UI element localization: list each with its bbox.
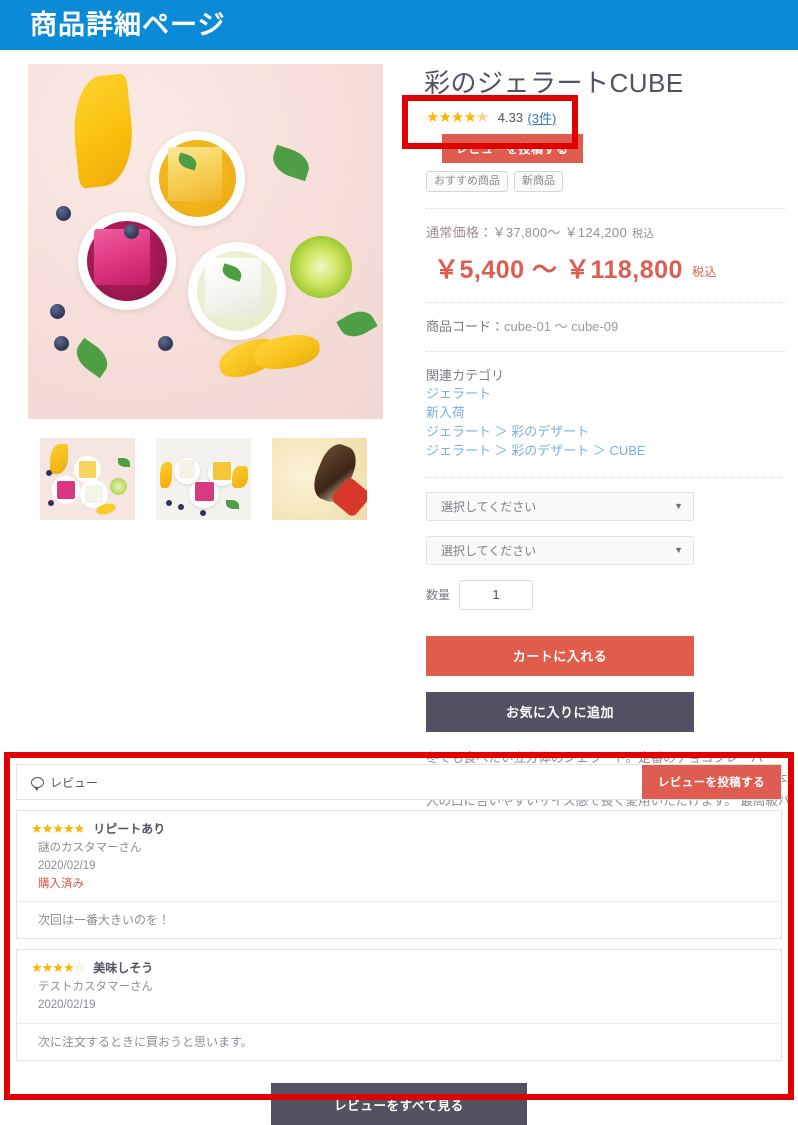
category-link-2[interactable]: 新入荷: [426, 404, 794, 423]
rating-value: 4.33: [497, 110, 524, 126]
view-all-reviews-button[interactable]: レビューをすべて見る: [271, 1083, 527, 1125]
sale-price-value: ￥5,400 〜 ￥118,800: [434, 256, 683, 285]
page-title: 商品詳細ページ: [30, 9, 226, 40]
select-option-2[interactable]: 選択してください ▼: [426, 535, 694, 565]
related-category-heading: 関連カテゴリ: [426, 368, 505, 384]
normal-price-row: 通常価格：￥37,800〜 ￥124,200 税込: [426, 222, 794, 241]
review-section: レビュー レビューを投稿する ★★★★★ リピートあり 謎のカスタマーさん 20…: [16, 764, 782, 1125]
product-detail-area: 彩のジェラートCUBE ★★★★★ 4.33 (3件) レビューを投稿する おす…: [0, 50, 798, 834]
review-date: 2020/02/19: [38, 999, 96, 1012]
review-stars: ★★★★☆: [31, 960, 85, 976]
review-date: 2020/02/19: [38, 859, 96, 872]
review-item: ★★★★★ リピートあり 謎のカスタマーさん 2020/02/19 購入済み 次…: [16, 810, 782, 940]
blueberry-decor: [50, 304, 65, 319]
review-author: 謎のカスタマーさん: [38, 842, 142, 854]
review-header: ★★★★★ リピートあり 謎のカスタマーさん 2020/02/19 購入済み: [17, 811, 781, 901]
thumbnail-2[interactable]: [156, 438, 251, 520]
review-body: 次回は一番大きいのを！: [17, 901, 781, 938]
product-code-label: 商品コード：: [426, 319, 505, 335]
speech-bubble-icon: [31, 776, 44, 791]
quantity-label: 数量: [426, 588, 451, 603]
add-to-favorite-button[interactable]: お気に入りに追加: [426, 691, 694, 732]
thumbnail-list: [40, 438, 396, 520]
divider: [426, 208, 786, 210]
select-option-1-value: 選択してください: [441, 499, 537, 514]
review-title: リピートあり: [93, 822, 166, 836]
select-option-1[interactable]: 選択してください ▼: [426, 491, 694, 521]
product-title: 彩のジェラートCUBE: [424, 68, 684, 98]
review-stars-row: ★★★★☆ 美味しそう: [31, 959, 767, 976]
quantity-row: 数量: [426, 579, 794, 610]
mango-gelato-cube: [168, 147, 222, 201]
review-section-title: レビュー: [50, 775, 99, 790]
thumbnail-1[interactable]: [40, 438, 135, 520]
review-stars: ★★★★★: [31, 821, 85, 836]
post-review-button-reviews[interactable]: レビューを投稿する: [641, 765, 781, 799]
rating-count-link[interactable]: (3件): [527, 111, 556, 126]
tag-recommended: おすすめ商品: [426, 171, 508, 193]
blueberry-decor: [56, 206, 71, 221]
add-to-cart-button[interactable]: カートに入れる: [426, 635, 694, 676]
product-gallery: [12, 64, 396, 834]
normal-price-value: ￥37,800〜 ￥124,200: [492, 225, 627, 241]
berry-gelato-cube: [94, 229, 150, 285]
blueberry-decor: [158, 336, 173, 351]
normal-price-label: 通常価格：: [426, 225, 493, 241]
review-body: 次に注文するときに買おうと思います。: [17, 1023, 781, 1060]
mango-gelato-bowl: [150, 131, 245, 226]
blueberry-decor: [54, 336, 69, 351]
product-tags: おすすめ商品 新商品: [426, 171, 794, 193]
product-info: 彩のジェラートCUBE ★★★★★ 4.33 (3件) レビューを投稿する おす…: [396, 64, 794, 834]
review-title: 美味しそう: [93, 961, 154, 976]
category-link-4[interactable]: ジェラート ＞ 彩のデザート ＞ CUBE: [426, 442, 794, 461]
sale-price-row: ￥5,400 〜 ￥118,800 税込: [434, 250, 794, 286]
review-section-header: レビュー レビューを投稿する: [16, 764, 782, 800]
chevron-down-icon: ▼: [674, 545, 683, 556]
normal-price-tax: 税込: [631, 228, 655, 241]
divider: [426, 476, 786, 478]
post-review-button-top[interactable]: レビューを投稿する: [442, 134, 583, 164]
vanilla-gelato-bowl: [188, 242, 286, 340]
review-header: ★★★★☆ 美味しそう テストカスタマーさん 2020/02/19: [17, 950, 781, 1023]
chevron-down-icon: ▼: [674, 501, 683, 512]
divider: [426, 302, 786, 304]
product-code-row: 商品コード：cube-01 〜 cube-09: [426, 316, 794, 335]
main-product-image[interactable]: [28, 64, 383, 419]
lime-half-decor: [290, 236, 352, 298]
page-header: 商品詳細ページ: [0, 0, 798, 50]
divider: [426, 351, 786, 353]
rating-stars: ★★★★★: [426, 109, 489, 127]
quantity-input[interactable]: [459, 579, 534, 610]
review-item: ★★★★☆ 美味しそう テストカスタマーさん 2020/02/19 次に注文する…: [16, 949, 782, 1062]
select-option-2-value: 選択してください: [441, 543, 537, 558]
product-code-value: cube-01 〜 cube-09: [504, 319, 619, 335]
category-link-3[interactable]: ジェラート ＞ 彩のデザート: [426, 423, 794, 442]
berry-gelato-bowl: [78, 212, 176, 310]
category-link-1[interactable]: ジェラート: [426, 385, 794, 404]
review-stars-row: ★★★★★ リピートあり: [31, 820, 767, 837]
review-purchased-badge: 購入済み: [38, 877, 84, 890]
thumbnail-3[interactable]: [272, 438, 367, 520]
tag-new: 新商品: [514, 171, 563, 193]
review-section-title-group: レビュー: [31, 774, 98, 791]
review-author: テストカスタマーさん: [38, 981, 153, 994]
sale-price-tax: 税込: [691, 265, 717, 280]
rating-block: ★★★★★ 4.33 (3件) レビューを投稿する: [426, 105, 794, 164]
purchase-form: 選択してください ▼ 選択してください ▼ 数量: [426, 491, 794, 610]
